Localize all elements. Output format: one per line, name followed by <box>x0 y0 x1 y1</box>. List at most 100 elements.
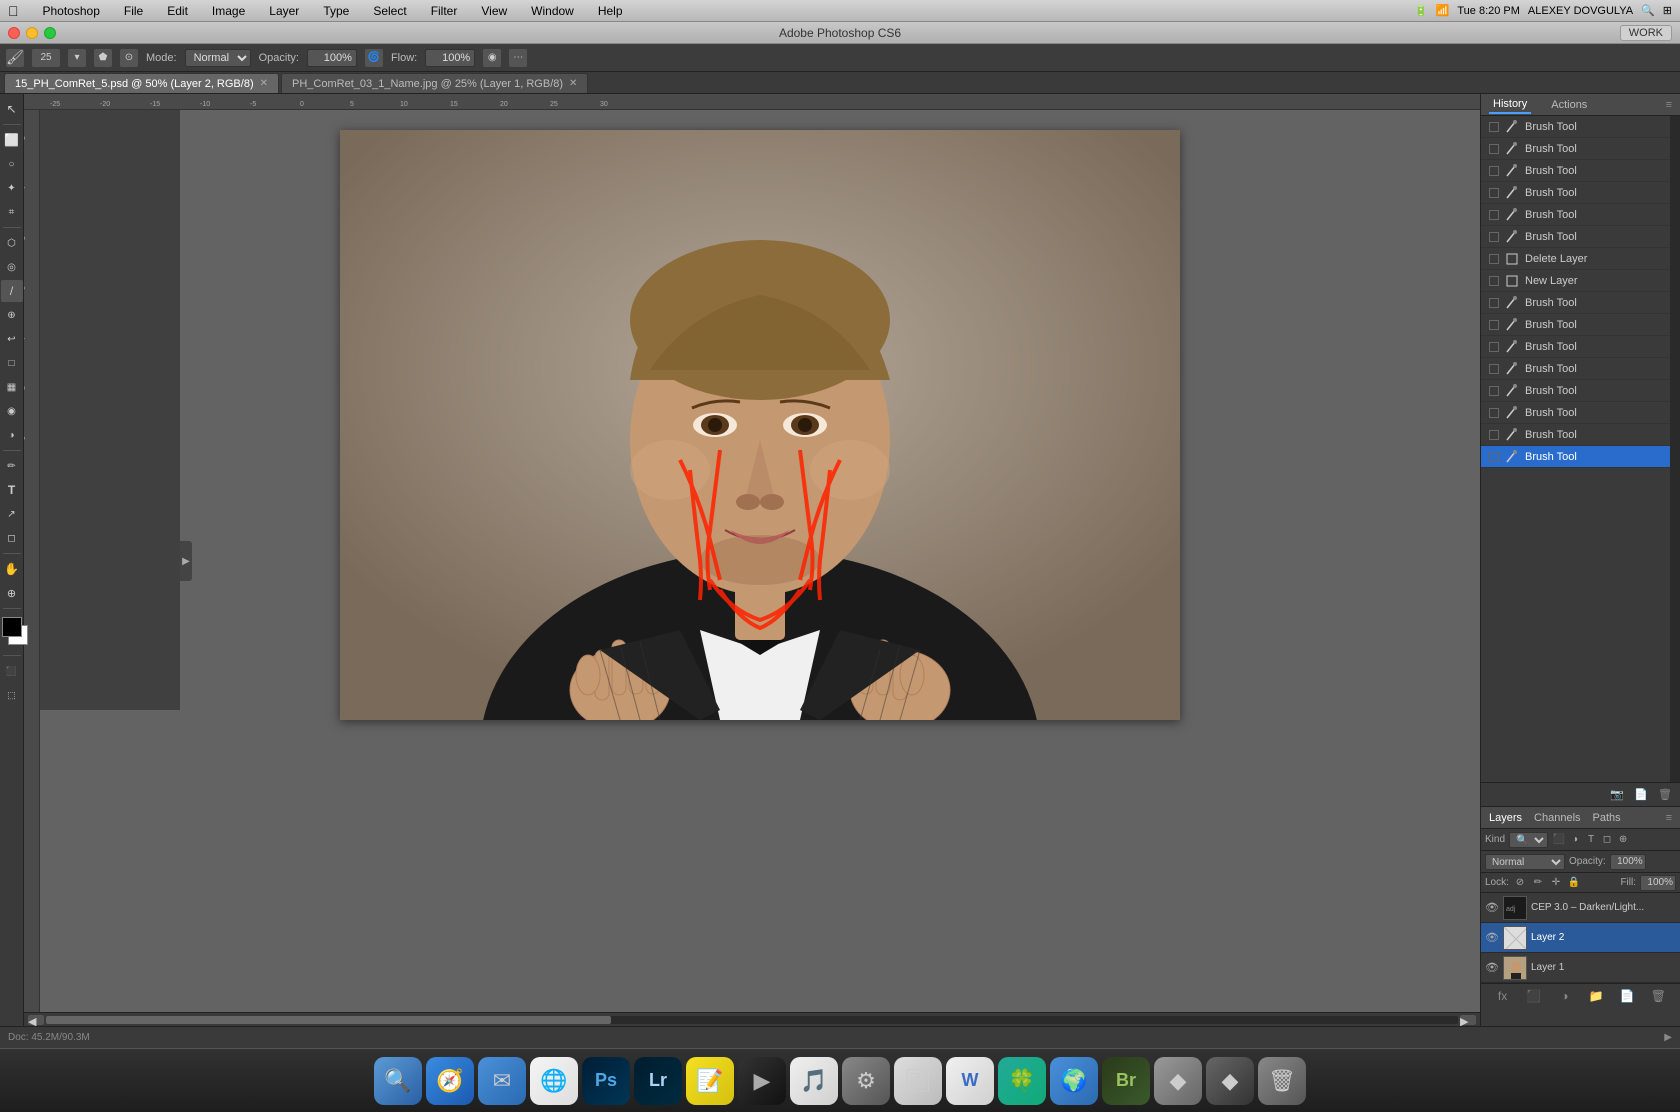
history-item-10[interactable]: Brush Tool <box>1481 336 1670 358</box>
dock-app16[interactable]: ◆ <box>1154 1057 1202 1105</box>
pen-tool-btn[interactable]: ✏ <box>1 455 23 477</box>
eyedropper-btn[interactable]: ⬡ <box>1 232 23 254</box>
history-item-13[interactable]: Brush Tool <box>1481 402 1670 424</box>
lock-transparent-btn[interactable]: ⊘ <box>1513 876 1527 890</box>
menu-view[interactable]: View <box>477 3 511 19</box>
history-item-3[interactable]: Brush Tool <box>1481 182 1670 204</box>
marquee-tool-btn[interactable]: ⬜ <box>1 129 23 151</box>
history-checkbox-13[interactable] <box>1489 408 1499 418</box>
history-brush-btn[interactable]: ↩ <box>1 328 23 350</box>
history-item-8[interactable]: Brush Tool <box>1481 292 1670 314</box>
history-item-9[interactable]: Brush Tool <box>1481 314 1670 336</box>
lock-position-btn[interactable]: ✛ <box>1549 876 1563 890</box>
opacity-input[interactable] <box>307 49 357 67</box>
history-checkbox-9[interactable] <box>1489 320 1499 330</box>
lasso-tool-btn[interactable]: ○ <box>1 153 23 175</box>
brush-tool-btn[interactable]: / <box>1 280 23 302</box>
minimize-button[interactable] <box>26 27 38 39</box>
maximize-button[interactable] <box>44 27 56 39</box>
layer-2-visibility[interactable]: 👁 <box>1485 931 1499 945</box>
zoom-tool-btn[interactable]: ⊕ <box>1 582 23 604</box>
lock-image-btn[interactable]: ✏ <box>1531 876 1545 890</box>
tab-2-close[interactable]: ✕ <box>569 78 577 89</box>
history-checkbox-6[interactable] <box>1489 254 1499 264</box>
brush-setting-1[interactable]: ⊙ <box>120 49 138 67</box>
menu-image[interactable]: Image <box>208 3 249 19</box>
blend-mode-dropdown[interactable]: Normal <box>1485 854 1565 870</box>
history-item-7[interactable]: New Layer <box>1481 270 1670 292</box>
layer-cep-visibility[interactable]: 👁 <box>1485 901 1499 915</box>
history-scrollbar[interactable] <box>1670 116 1680 782</box>
filter-pixel-btn[interactable]: ⬛ <box>1552 833 1566 847</box>
gradient-tool-btn[interactable]: ▦ <box>1 376 23 398</box>
tab-history[interactable]: History <box>1489 96 1531 114</box>
layer-item-1[interactable]: 👁 Layer 1 <box>1481 953 1680 983</box>
history-checkbox-15[interactable] <box>1489 452 1499 462</box>
screen-mode-btn[interactable]: ⬚ <box>1 684 23 706</box>
opacity-row-input[interactable] <box>1610 854 1646 870</box>
history-checkbox-8[interactable] <box>1489 298 1499 308</box>
history-checkbox-3[interactable] <box>1489 188 1499 198</box>
history-item-0[interactable]: Brush Tool <box>1481 116 1670 138</box>
dock-finder[interactable]: 🔍 <box>374 1057 422 1105</box>
flow-input[interactable] <box>425 49 475 67</box>
dock-trash[interactable]: 🗑 <box>1258 1057 1306 1105</box>
tab-layers[interactable]: Layers <box>1489 812 1522 824</box>
fx-btn[interactable]: fx <box>1495 988 1511 1004</box>
path-select-btn[interactable]: ↗ <box>1 503 23 525</box>
history-item-14[interactable]: Brush Tool <box>1481 424 1670 446</box>
history-options-btn[interactable]: ≡ <box>1666 99 1672 111</box>
dock-app17[interactable]: ◆ <box>1206 1057 1254 1105</box>
history-item-4[interactable]: Brush Tool <box>1481 204 1670 226</box>
type-tool-btn[interactable]: T <box>1 479 23 501</box>
dock-safari[interactable]: 🧭 <box>426 1057 474 1105</box>
menu-file[interactable]: File <box>120 3 147 19</box>
canvas[interactable] <box>340 130 1180 720</box>
new-adjustment-btn[interactable]: ◑ <box>1557 988 1573 1004</box>
brush-preset-picker[interactable]: 🖌 <box>6 49 24 67</box>
new-group-btn[interactable]: 📁 <box>1588 988 1604 1004</box>
brush-options-btn[interactable]: ▾ <box>68 49 86 67</box>
history-checkbox-12[interactable] <box>1489 386 1499 396</box>
dock-sticky[interactable]: 📝 <box>686 1057 734 1105</box>
filter-type-btn[interactable]: T <box>1584 833 1598 847</box>
layer-1-visibility[interactable]: 👁 <box>1485 961 1499 975</box>
dock-itunes[interactable]: 🎵 <box>790 1057 838 1105</box>
history-checkbox-14[interactable] <box>1489 430 1499 440</box>
delete-layer-btn[interactable]: 🗑 <box>1650 988 1666 1004</box>
collapse-left-panel-btn[interactable]: ▶ <box>180 541 192 581</box>
dock-photoshop[interactable]: Ps <box>582 1057 630 1105</box>
history-item-12[interactable]: Brush Tool <box>1481 380 1670 402</box>
history-checkbox-2[interactable] <box>1489 166 1499 176</box>
dock-quicktime[interactable]: ▶ <box>738 1057 786 1105</box>
mode-dropdown[interactable]: Normal <box>185 49 251 67</box>
h-scrollbar[interactable]: ◀ ▶ <box>24 1012 1480 1026</box>
dock-lightroom[interactable]: Lr <box>634 1057 682 1105</box>
history-checkbox-0[interactable] <box>1489 122 1499 132</box>
menu-edit[interactable]: Edit <box>163 3 192 19</box>
new-document-from-state-btn[interactable]: 📄 <box>1632 786 1650 804</box>
dock-photos[interactable]: 🖼 <box>894 1057 942 1105</box>
close-button[interactable] <box>8 27 20 39</box>
smoothing-btn[interactable]: ⋯ <box>509 49 527 67</box>
spot-heal-btn[interactable]: ◎ <box>1 256 23 278</box>
menu-help[interactable]: Help <box>594 3 627 19</box>
tab-document-1[interactable]: 15_PH_ComRet_5.psd @ 50% (Layer 2, RGB/8… <box>4 73 279 93</box>
move-tool-btn[interactable]: ↖ <box>1 98 23 120</box>
dock-chrome[interactable]: 🌐 <box>530 1057 578 1105</box>
apple-menu[interactable]:  <box>8 3 19 19</box>
hand-tool-btn[interactable]: ✋ <box>1 558 23 580</box>
history-item-6[interactable]: Delete Layer <box>1481 248 1670 270</box>
brush-mode-btn[interactable]: ⬟ <box>94 49 112 67</box>
menu-photoshop[interactable]: Photoshop <box>39 3 104 19</box>
dock-mail[interactable]: ✉ <box>478 1057 526 1105</box>
quick-select-btn[interactable]: ✦ <box>1 177 23 199</box>
history-checkbox-1[interactable] <box>1489 144 1499 154</box>
menu-window[interactable]: Window <box>527 3 578 19</box>
tab-1-close[interactable]: ✕ <box>260 78 268 89</box>
h-scrollbar-track[interactable] <box>46 1016 1458 1024</box>
crop-tool-btn[interactable]: ⌗ <box>1 201 23 223</box>
canvas-container[interactable]: ▶ <box>40 110 1480 1012</box>
foreground-color[interactable] <box>2 617 22 637</box>
filter-shape-btn[interactable]: ◻ <box>1600 833 1614 847</box>
